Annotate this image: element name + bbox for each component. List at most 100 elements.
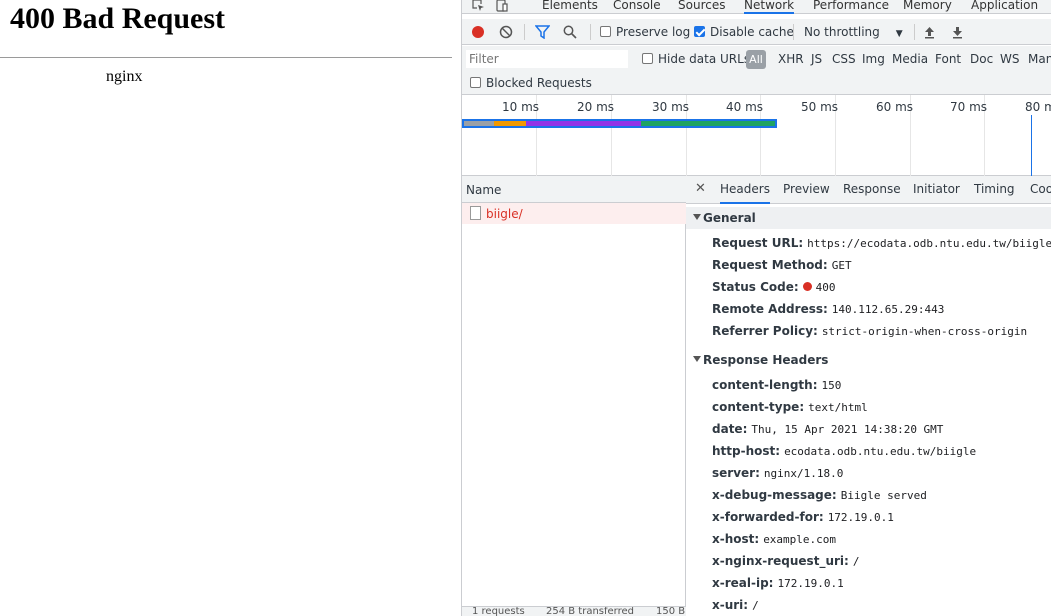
header-value: 150 [821,379,842,392]
checkbox-box [642,53,653,64]
toolbar-separator [793,24,794,40]
header-key: x-uri: [712,598,749,612]
network-toolbar: Preserve log Disable cache No throttling… [462,19,1051,45]
clear-icon[interactable] [499,25,513,39]
overview-tick: 40 ms [726,100,764,114]
collapse-triangle-icon [693,356,701,362]
header-value: GET [831,259,852,272]
checkbox-box [470,77,481,88]
overview-tick: 60 ms [876,100,914,114]
tab-timing[interactable]: Timing [974,182,1015,196]
detail-tabbar: ✕ Headers Preview Response Initiator Tim… [686,176,1051,204]
header-key: server: [712,466,760,480]
request-list: Name biigle/ 1 requests 254 B transferre… [462,176,686,616]
hide-data-urls-checkbox[interactable]: Hide data URLs [642,52,750,66]
header-key: x-debug-message: [712,488,837,502]
throttling-value: No throttling [804,25,880,39]
overview-segment-ssl [494,121,526,126]
device-toolbar-icon[interactable] [495,0,508,12]
tab-elements[interactable]: Elements [542,0,598,12]
header-key: Referrer Policy: [712,324,818,338]
server-signature: nginx [106,68,143,85]
record-icon[interactable] [471,25,485,39]
header-row-remote-address: Remote Address: 140.112.65.29:443 [712,302,944,324]
header-value: https://ecodata.odb.ntu.edu.tw/biigle/ [807,237,1051,250]
filter-media[interactable]: Media [892,52,928,66]
header-row-request-method: Request Method: GET [712,258,852,280]
header-key: content-length: [712,378,818,392]
filter-img[interactable]: Img [862,52,885,66]
header-key: x-host: [712,532,760,546]
response-headers-section-title: Response Headers [703,353,829,367]
blocked-requests-checkbox[interactable]: Blocked Requests [470,76,592,90]
header-row-referrer-policy: Referrer Policy: strict-origin-when-cross… [712,324,1027,346]
request-row[interactable]: biigle/ [462,203,686,224]
tab-network[interactable]: Network [744,0,795,14]
import-har-icon[interactable] [923,25,936,39]
disable-cache-label: Disable cache [710,25,794,39]
filter-icon[interactable] [535,25,550,39]
filter-font[interactable]: Font [935,52,961,66]
overview-segment-download [641,121,775,126]
header-value: 172.19.0.1 [827,511,894,524]
preserve-log-checkbox[interactable]: Preserve log [600,25,690,39]
toolbar-separator [590,24,591,40]
export-har-icon[interactable] [951,25,964,39]
response-headers-section-header[interactable]: Response Headers [686,349,1051,371]
column-name-header: Name [466,183,502,197]
search-icon[interactable] [563,25,577,39]
tab-sources[interactable]: Sources [678,0,725,12]
response-header-row: content-type: text/html [712,400,868,422]
tab-console[interactable]: Console [613,0,661,12]
tab-preview[interactable]: Preview [783,182,830,196]
tab-performance[interactable]: Performance [813,0,889,12]
blocked-requests-label: Blocked Requests [486,76,592,90]
header-value: Thu, 15 Apr 2021 14:38:20 GMT [751,423,944,436]
general-section-header[interactable]: General [686,207,1051,229]
filter-all-button[interactable]: All [746,50,766,69]
response-header-row: x-debug-message: Biigle served [712,488,927,510]
response-header-row: x-nginx-request_uri: / [712,554,859,576]
header-row-request-url: Request URL: https://ecodata.odb.ntu.edu.… [712,236,1051,258]
filter-js[interactable]: JS [811,52,822,66]
header-row-status-code: Status Code: 400 [712,280,836,302]
overview-tick: 20 ms [577,100,615,114]
tab-application[interactable]: Application [971,0,1038,12]
tab-cookies[interactable]: Coo [1030,182,1051,196]
header-key: x-real-ip: [712,576,774,590]
inspect-element-icon[interactable] [472,0,485,12]
tab-memory[interactable]: Memory [903,0,952,12]
response-header-row: x-forwarded-for: 172.19.0.1 [712,510,894,532]
overview-segment-queueing [464,121,494,126]
filter-doc[interactable]: Doc [970,52,993,66]
header-key: Remote Address: [712,302,828,316]
header-key: content-type: [712,400,805,414]
filter-css[interactable]: CSS [832,52,856,66]
overview-tick: 70 ms [950,100,988,114]
tab-response[interactable]: Response [843,182,901,196]
collapse-triangle-icon [693,214,701,220]
overview-tick: 30 ms [652,100,690,114]
response-header-row: x-real-ip: 172.19.0.1 [712,576,844,598]
response-header-row: server: nginx/1.18.0 [712,466,843,488]
filter-ws[interactable]: WS [1000,52,1019,66]
request-list-header[interactable]: Name [462,176,686,203]
throttling-select[interactable]: No throttling ▼ [804,25,903,39]
header-value: example.com [763,533,837,546]
filter-xhr[interactable]: XHR [778,52,804,66]
summary-transferred: 254 B transferred [546,606,635,616]
disable-cache-checkbox[interactable]: Disable cache [694,25,794,39]
devtools-tabbar: Elements Console Sources Network Perform… [462,0,1051,14]
header-value: 400 [815,281,836,294]
tab-headers[interactable]: Headers [720,182,770,204]
response-header-row: content-length: 150 [712,378,841,400]
filter-input[interactable] [466,50,628,68]
header-value: ecodata.odb.ntu.edu.tw/biigle [784,445,977,458]
close-icon[interactable]: ✕ [695,181,706,196]
network-overview-timeline[interactable]: 10 ms 20 ms 30 ms 40 ms 50 ms 60 ms 70 m… [462,95,1051,176]
filter-manifest[interactable]: Man [1028,52,1051,66]
hide-data-urls-label: Hide data URLs [658,52,751,66]
tab-initiator[interactable]: Initiator [913,182,960,196]
horizontal-rule [0,57,452,58]
checkbox-box [600,26,611,37]
